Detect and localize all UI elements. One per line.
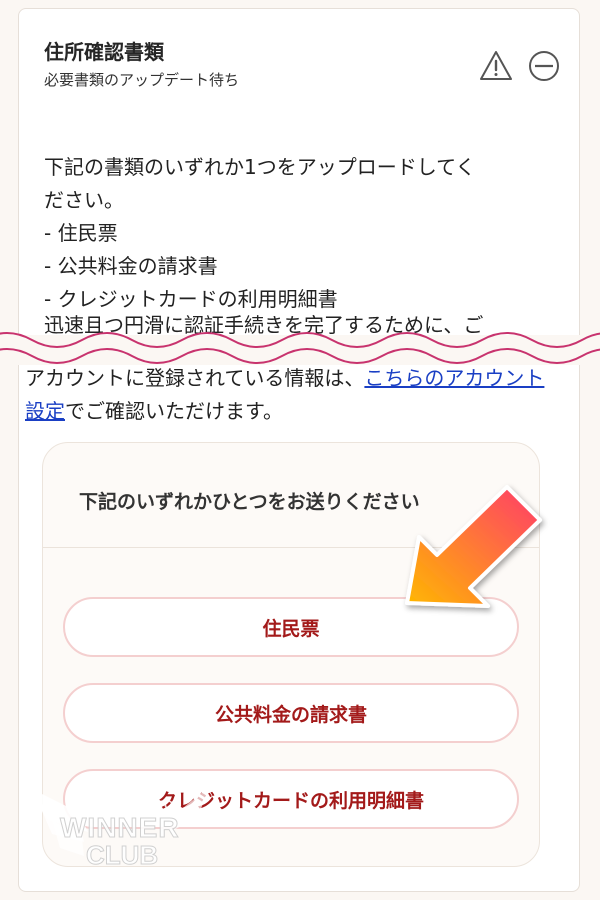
warning-triangle-icon [480, 51, 512, 80]
card-subtitle: 必要書類のアップデート待ち [44, 71, 240, 89]
instruction-line: - 住民票 [44, 221, 118, 245]
utility-bill-button[interactable]: 公共料金の請求書 [63, 683, 519, 743]
instruction-line: 下記の書類のいずれか1つをアップロードしてく [44, 155, 476, 179]
instructions-text: 下記の書類のいずれか1つをアップロードしてく ださい。 - 住民票 - 公共料金… [44, 151, 544, 316]
pointer-arrow-icon [405, 485, 542, 608]
minus-circle-icon[interactable] [527, 49, 561, 83]
watermark-line3: CLUB [85, 840, 159, 871]
instruction-line: ださい。 [44, 188, 124, 212]
document-selector-title: 下記のいずれかひとつをお送りください [79, 491, 420, 513]
watermark-line1: ONLINE CASINO [66, 798, 175, 812]
account-note-suffix: でご確認いただけます。 [65, 399, 283, 423]
account-note-prefix: アカウントに登録されている情報は、 [25, 366, 365, 390]
instruction-line: - 公共料金の請求書 [44, 254, 218, 278]
account-note: アカウントに登録されている情報は、こちらのアカウント設定でご確認いただけます。 [25, 362, 545, 428]
card-title: 住所確認書類 [44, 40, 164, 64]
